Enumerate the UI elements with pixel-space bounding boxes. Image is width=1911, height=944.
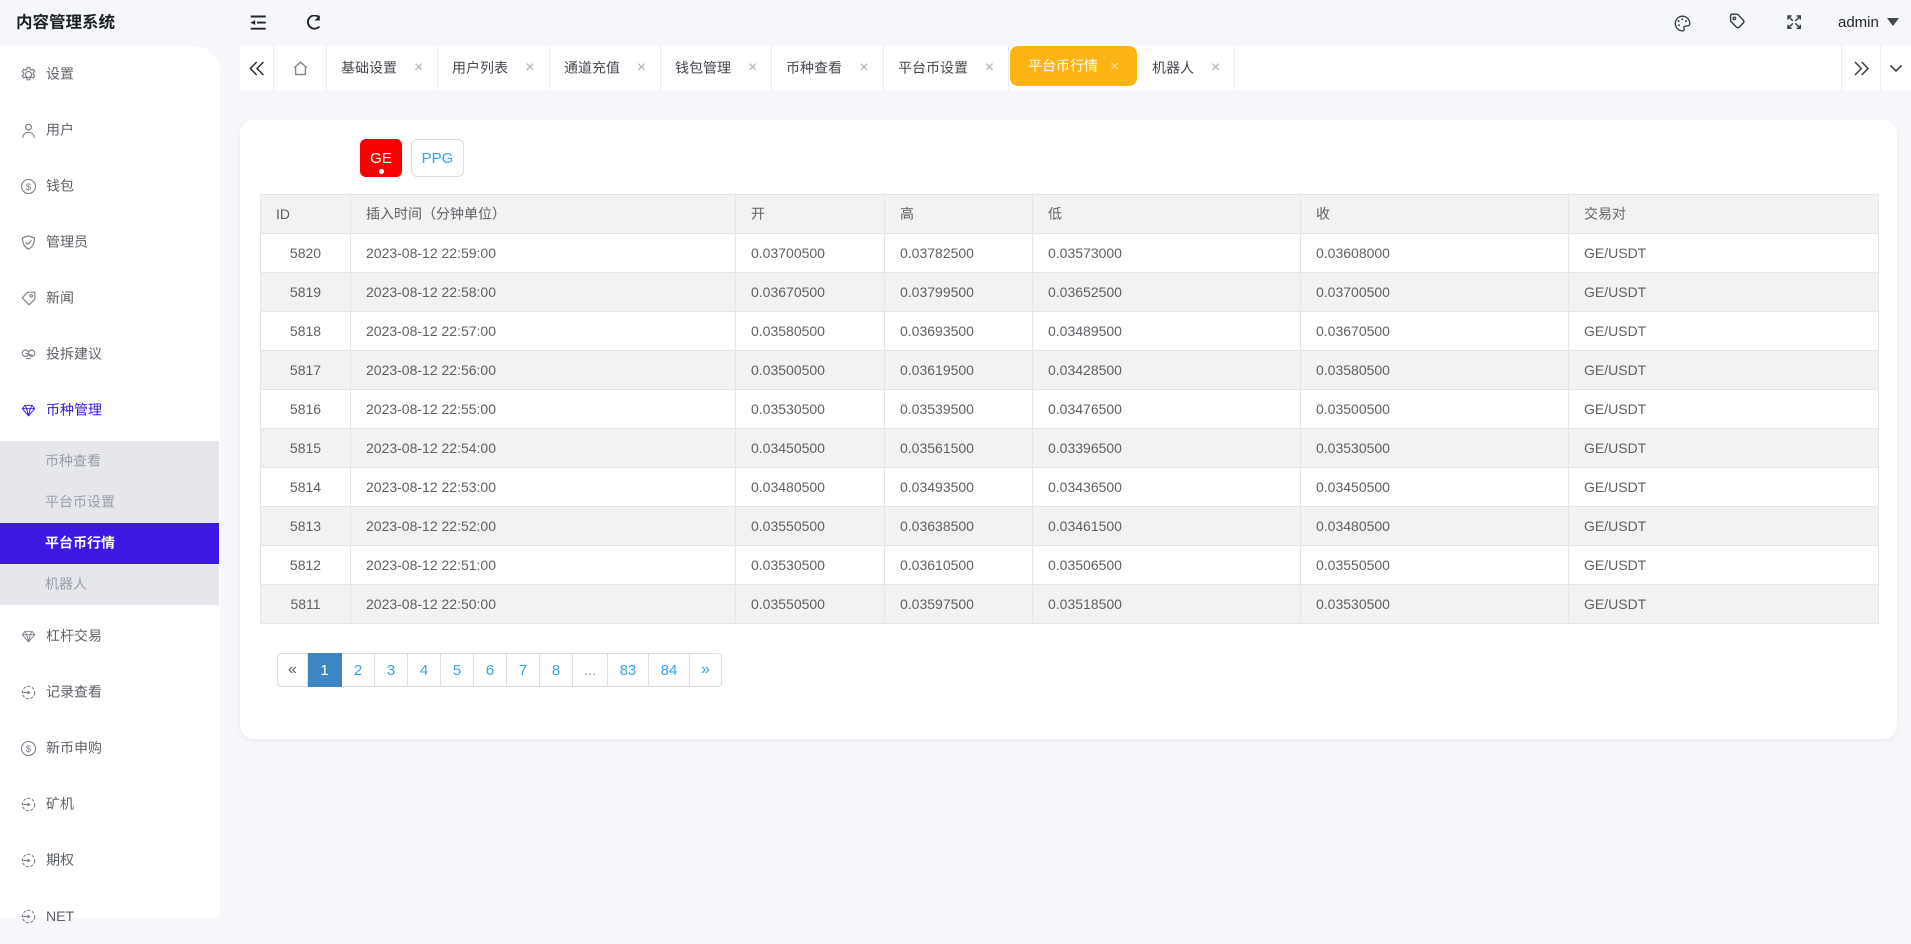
svg-text:$: $ [26, 744, 32, 755]
svg-text:$: $ [26, 182, 32, 193]
